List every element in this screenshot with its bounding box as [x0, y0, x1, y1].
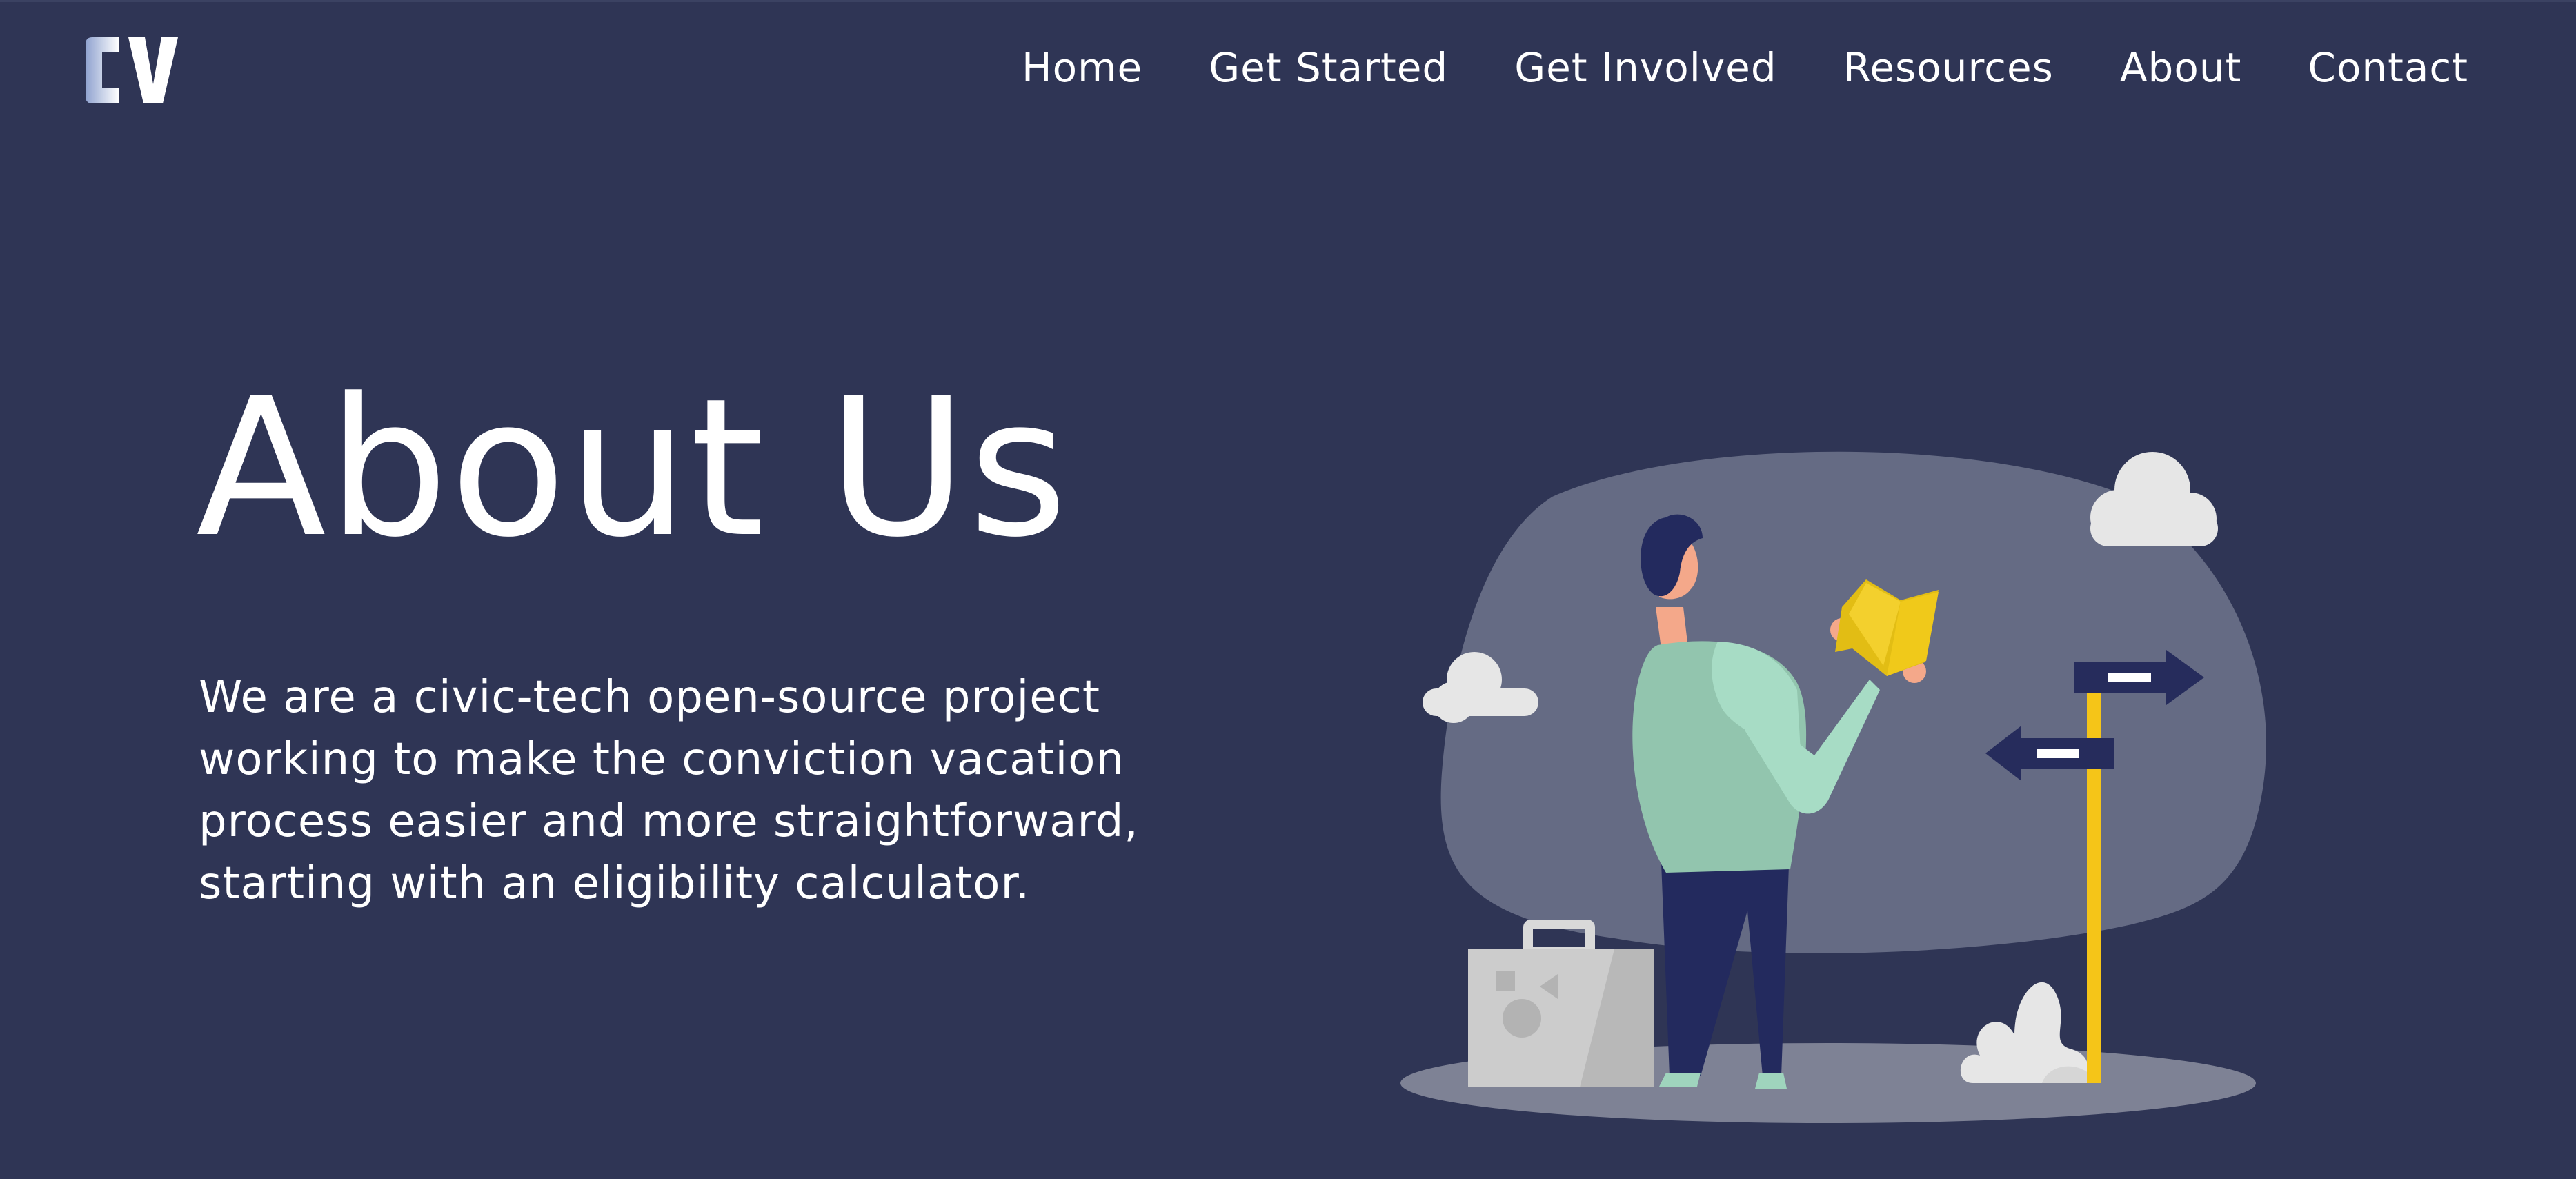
nav-about[interactable]: About: [2120, 41, 2241, 94]
cv-logo[interactable]: [81, 25, 185, 115]
nav-contact[interactable]: Contact: [2308, 41, 2468, 94]
nav-resources[interactable]: Resources: [1843, 41, 2054, 94]
nav-get-involved[interactable]: Get Involved: [1514, 41, 1776, 94]
hero-description: We are a civic-tech open-source project …: [199, 672, 1139, 909]
bush-icon: [1960, 982, 2097, 1083]
logo-c-letter: [86, 37, 119, 103]
nav-get-started[interactable]: Get Started: [1209, 41, 1448, 94]
main-nav: Home Get Started Get Involved Resources …: [1022, 41, 2468, 94]
top-border: [0, 0, 2576, 2]
nav-home[interactable]: Home: [1022, 41, 1142, 94]
suitcase-icon: [1468, 920, 1654, 1087]
logo-v-letter: [128, 37, 178, 103]
page-title: About Us: [196, 358, 1069, 579]
person-reading-map-illustration: [1400, 451, 2267, 1123]
cloud-icon-right: [2090, 452, 2218, 546]
